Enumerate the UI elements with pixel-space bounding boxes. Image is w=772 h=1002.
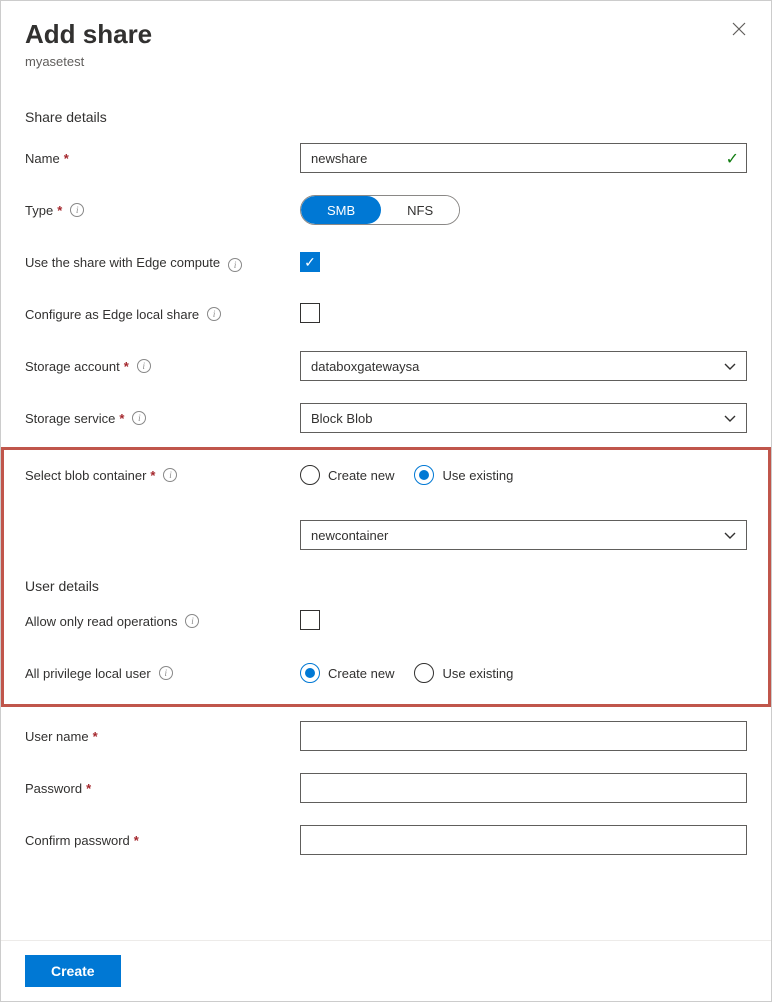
chevron-down-icon [724,413,736,425]
storage-account-select[interactable]: databoxgatewaysa [300,351,747,381]
all-priv-user-label: All privilege local user i [25,666,300,681]
type-smb-option[interactable]: SMB [301,196,381,224]
password-input[interactable] [300,773,747,803]
info-icon[interactable]: i [137,359,151,373]
confirm-password-input[interactable] [300,825,747,855]
info-icon[interactable]: i [207,307,221,321]
storage-service-label: Storage service* i [25,411,300,426]
info-icon[interactable]: i [228,258,242,272]
info-icon[interactable]: i [159,666,173,680]
info-icon[interactable]: i [163,468,177,482]
name-label: Name* [25,151,300,166]
user-details-heading: User details [25,578,747,594]
check-icon: ✓ [726,149,739,169]
configure-local-checkbox[interactable] [300,303,320,323]
priv-user-radio-group: Create new Use existing [300,663,747,683]
use-edge-compute-checkbox[interactable] [300,252,320,272]
blob-container-radio-group: Create new Use existing [300,465,747,485]
chevron-down-icon [724,530,736,542]
highlighted-region: Select blob container* i Create new Use … [1,447,771,707]
chevron-down-icon [724,361,736,373]
allow-read-only-label: Allow only read operations i [25,614,300,629]
create-button[interactable]: Create [25,955,121,987]
user-name-label: User name* [25,729,300,744]
storage-account-label: Storage account* i [25,359,300,374]
blob-create-new-radio[interactable] [300,465,320,485]
user-create-new-radio[interactable] [300,663,320,683]
password-label: Password* [25,781,300,796]
blob-container-select[interactable]: newcontainer [300,520,747,550]
page-title: Add share [25,19,747,50]
type-nfs-option[interactable]: NFS [381,196,459,224]
type-toggle: SMB NFS [300,195,460,225]
allow-read-only-checkbox[interactable] [300,610,320,630]
page-subtitle: myasetest [25,54,747,69]
select-blob-label: Select blob container* i [25,468,300,483]
footer: Create [1,940,771,1001]
use-edge-compute-label: Use the share with Edge compute i [25,252,300,272]
name-input[interactable] [300,143,747,173]
confirm-password-label: Confirm password* [25,833,300,848]
share-details-heading: Share details [25,109,747,125]
configure-local-label: Configure as Edge local share i [25,307,300,322]
blob-use-existing-radio[interactable] [414,465,434,485]
storage-service-select[interactable]: Block Blob [300,403,747,433]
info-icon[interactable]: i [132,411,146,425]
close-button[interactable] [727,17,751,41]
type-label: Type* i [25,203,300,218]
user-use-existing-radio[interactable] [414,663,434,683]
info-icon[interactable]: i [185,614,199,628]
info-icon[interactable]: i [70,203,84,217]
add-share-panel: Add share myasetest Share details Name* … [0,0,772,1002]
user-name-input[interactable] [300,721,747,751]
